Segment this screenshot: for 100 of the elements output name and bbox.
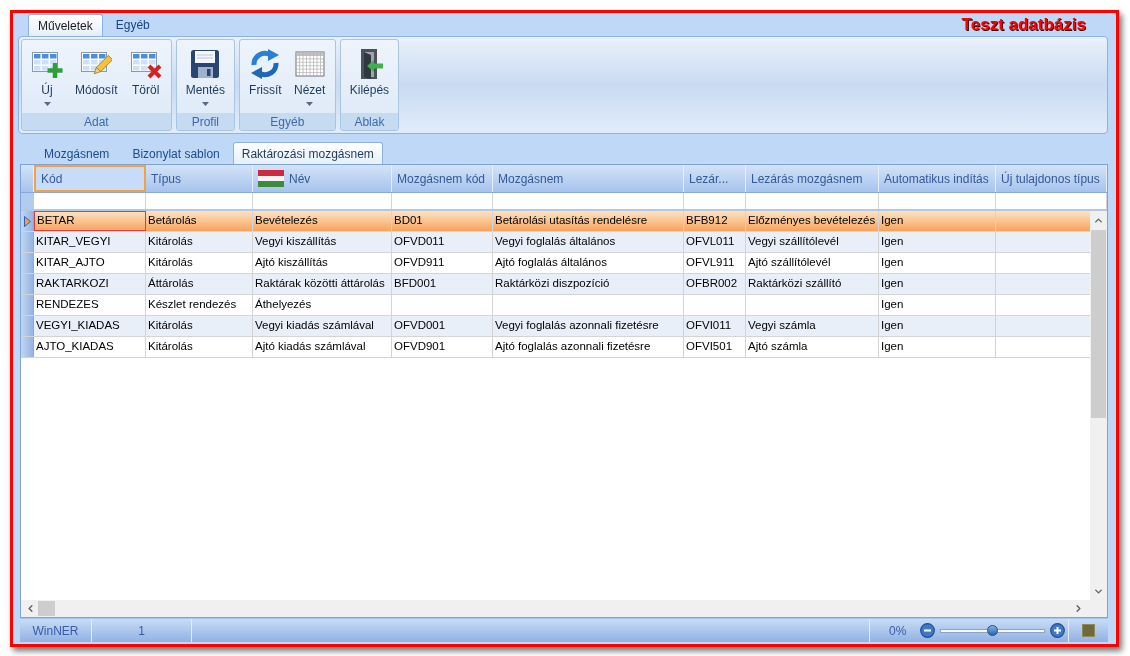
table-row[interactable]: KITAR_AJTO Kitárolás Ajtó kiszállítás OFVD911 Ajtó foglalás általános OFVL911 Ajtó szállítólevél Igen [21, 253, 1090, 274]
table-cell-text: Igen [880, 318, 905, 334]
table-cell-text: Kitárolás [147, 255, 194, 271]
table-cell-text: Igen [880, 234, 905, 250]
status-panel: WinNER [20, 619, 92, 642]
group-label: Profil [176, 113, 235, 130]
document-tab[interactable]: Bizonylat sablon [122, 144, 230, 164]
ribbon-button[interactable]: Kilépés [343, 48, 396, 97]
table-cell-text: Kitárolás [147, 339, 194, 355]
table-row[interactable]: RENDEZES Készlet rendezés Áthelyezés Igen [21, 295, 1090, 316]
table-cell-text: Vegyi számla [747, 318, 817, 334]
ribbon-button[interactable]: Nézet [287, 48, 332, 106]
table-cell-text: BFD001 [393, 276, 438, 292]
table-row[interactable]: VEGYI_KIADAS Kitárolás Vegyi kiadás számlával OFVD001 Vegyi foglalás azonnali fizetésre OFVI011 Vegyi számla Igen [21, 316, 1090, 337]
table-cell-text: OFVD911 [393, 255, 446, 271]
table-cell-text: Igen [880, 339, 905, 355]
scrollbar-thumb[interactable] [1091, 230, 1106, 418]
column-header[interactable]: Lezár... [684, 165, 746, 192]
table-cell-text: OFVD011 [393, 234, 446, 250]
ribbon-button[interactable]: Új [25, 48, 69, 106]
table-cell-text: KITAR_VEGYI [35, 234, 112, 250]
table-row[interactable]: KITAR_VEGYI Kitárolás Vegyi kiszállítás OFVD011 Vegyi foglalás általános OFVL011 Vegyi szállítólevél Igen [21, 232, 1090, 253]
table-cell-text: BD01 [393, 213, 424, 229]
table-row[interactable]: RAKTARKOZI Áttárolás Raktárak közötti áttárolás BFD001 Raktárközi diszpozíció OFBR002 Raktárközi szállító Igen [21, 274, 1090, 295]
group-label: Ablak [340, 113, 399, 130]
status-panel: 1 [92, 619, 192, 642]
table-cell-text: Előzményes bevételezés [747, 213, 877, 229]
table-cell-text: BFB912 [685, 213, 729, 229]
table-cell-text: Ajtó foglalás általános [494, 255, 608, 271]
table-cell-text: Ajtó szállítólevél [747, 255, 832, 271]
table-cell-text: VEGYI_KIADAS [35, 318, 121, 334]
table-cell-text: KITAR_AJTO [35, 255, 106, 271]
chevron-right-icon[interactable] [1073, 603, 1084, 614]
vertical-scrollbar[interactable] [1090, 211, 1107, 600]
chevron-up-icon[interactable] [1093, 215, 1104, 226]
zoom-slider[interactable] [940, 628, 1046, 633]
table-row[interactable]: AJTO_KIADAS Kitárolás Ajtó kiadás számlával OFVD901 Ajtó foglalás azonnali fizetésre OFVI501 Ajtó számla Igen [21, 337, 1090, 358]
table-cell-text: Igen [880, 213, 905, 229]
table-cell-text: Igen [880, 255, 905, 271]
table-cell-text: OFVL011 [685, 234, 736, 250]
column-header[interactable]: Új tulajdonos típus [996, 165, 1107, 192]
table-cell-text: Bevételezés [254, 213, 319, 229]
table-cell-text: Raktárak közötti áttárolás [254, 276, 386, 292]
table-cell-text: BETAR [36, 213, 76, 229]
horizontal-scrollbar[interactable] [21, 600, 1107, 617]
zoom-reading: 0% [889, 622, 907, 640]
table-cell-text: RAKTARKOZI [35, 276, 110, 292]
zoom-in-icon[interactable] [1050, 623, 1066, 638]
table-cell-text: Vegyi foglalás azonnali fizetésre [494, 318, 660, 334]
row-header [21, 193, 34, 209]
row-pointer-icon [23, 215, 31, 227]
slider-thumb[interactable] [986, 624, 998, 636]
grid-table-icon [293, 48, 326, 80]
table-cell-text: OFBR002 [685, 276, 739, 292]
table-cell-text: OFVD901 [393, 339, 447, 355]
table-cell-text: Igen [880, 297, 905, 313]
table-cell-text: RENDEZES [35, 297, 100, 313]
zoom-out-icon[interactable] [920, 623, 936, 638]
table-cell-text: Ajtó számla [747, 339, 809, 355]
table-cell-text: Kitárolás [147, 318, 194, 334]
table-cell-text: Ajtó foglalás azonnali fizetésre [494, 339, 652, 355]
scrollbar-thumb[interactable] [38, 601, 55, 616]
color-swatch-icon [1082, 624, 1095, 637]
column-header[interactable]: Mozgásnem kód [392, 165, 493, 192]
table-cell-text: OFVL911 [685, 255, 736, 271]
table-cell-text: Vegyi foglalás általános [494, 234, 617, 250]
table-cell-text: Készlet rendezés [147, 297, 238, 313]
ribbon-button[interactable]: Frissít [243, 48, 288, 97]
table-row[interactable]: BETAR Betárolás Bevételezés BD01 Betárolási utasítás rendelésre BFB912 Előzményes bevételezés Igen [21, 211, 1090, 232]
table-cell-text: OFVI011 [685, 318, 733, 334]
table-cell-text: Áthelyezés [254, 297, 313, 313]
table-cell-text: Ajtó kiadás számlával [254, 339, 367, 355]
group-label: Egyéb [240, 113, 335, 130]
ribbon-tab[interactable]: Műveletek [28, 14, 103, 36]
column-header[interactable]: Automatikus indítás [879, 165, 996, 192]
ribbon-button[interactable]: Töröl [123, 48, 168, 97]
column-header[interactable]: Mozgásnem [493, 165, 684, 192]
table-cell-text: Kitárolás [147, 234, 194, 250]
ribbon-button[interactable]: Módosít [69, 48, 124, 97]
ribbon-button[interactable]: Mentés [179, 48, 232, 106]
column-header[interactable]: Lezárás mozgásnem [746, 165, 879, 192]
table-cell-text: OFVD001 [393, 318, 447, 334]
table-cell-text: Betárolási utasítás rendelésre [494, 213, 649, 229]
table-cell-text: Vegyi kiszállítás [254, 234, 338, 250]
table-cell-text: Raktárközi szállító [747, 276, 843, 292]
table-cell-text: Vegyi kiadás számlával [254, 318, 375, 334]
table-cell-text: Raktárközi diszpozíció [494, 276, 611, 292]
document-tab[interactable]: Mozgásnem [34, 144, 120, 164]
flag-icon [258, 170, 284, 187]
column-header[interactable]: Kód [34, 165, 146, 192]
column-header[interactable]: Típus [146, 165, 253, 192]
group-label: Adat [22, 113, 171, 130]
table-cell-text: AJTO_KIADAS [35, 339, 115, 355]
table-cell-text: OFVI501 [685, 339, 734, 355]
table-cell-text: Igen [880, 276, 905, 292]
ribbon-tab[interactable]: Egyéb [106, 14, 159, 36]
table-cell-text: Betárolás [147, 213, 198, 229]
table-cell-text: Áttárolás [147, 276, 195, 292]
column-header[interactable]: Név [253, 165, 392, 192]
document-tab[interactable]: Raktározási mozgásnem [232, 142, 383, 164]
